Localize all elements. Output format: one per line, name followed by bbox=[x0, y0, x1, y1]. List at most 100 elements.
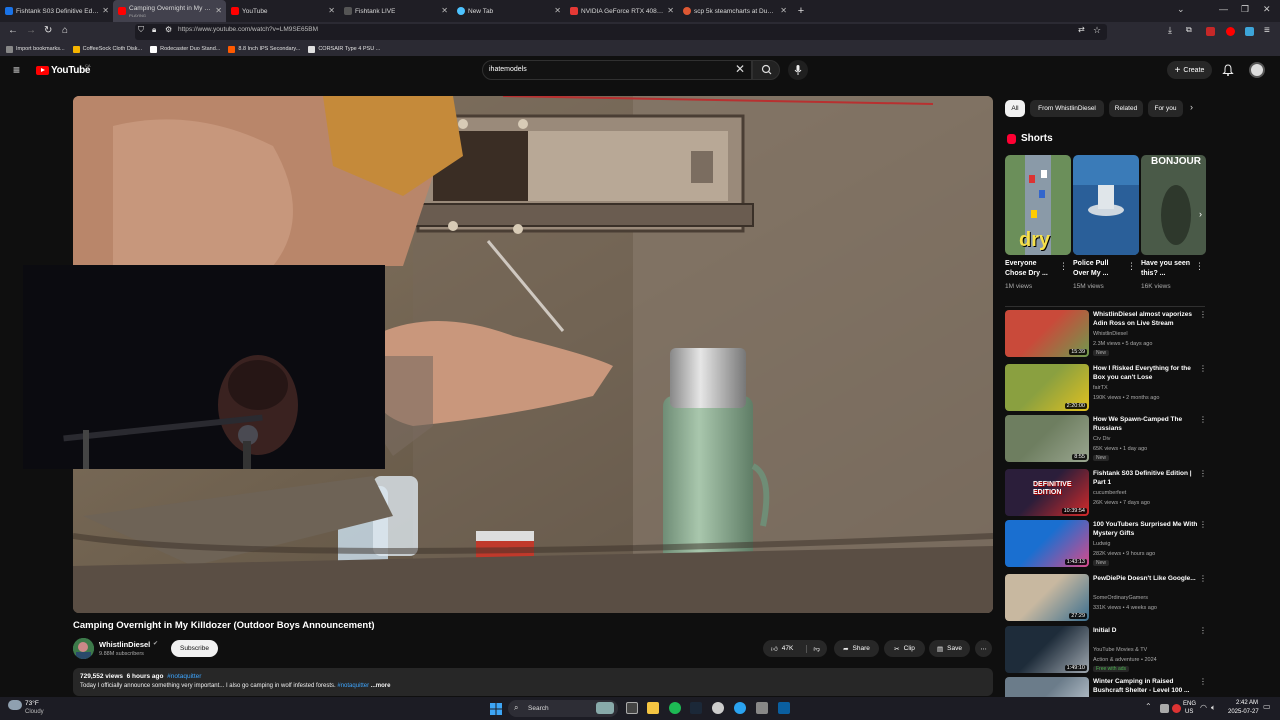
clip-button[interactable]: ✂ Clip bbox=[884, 640, 925, 657]
video-thumbnail[interactable]: 8:55 bbox=[1005, 415, 1089, 462]
youtube-logo-icon[interactable] bbox=[36, 66, 49, 75]
more-vert-icon[interactable]: ⋮ bbox=[1199, 415, 1207, 424]
short-title[interactable]: Police Pull Over My ... bbox=[1073, 259, 1125, 279]
video-title[interactable]: PewDiePie Doesn't Like Google... bbox=[1093, 574, 1201, 583]
browser-app-icon[interactable] bbox=[734, 702, 746, 714]
more-vert-icon[interactable]: ⋮ bbox=[1059, 261, 1068, 272]
chevron-right-icon[interactable]: › bbox=[1190, 102, 1193, 112]
task-view-icon[interactable] bbox=[626, 702, 638, 714]
extensions-icon[interactable]: ⧉ bbox=[1186, 25, 1192, 35]
video-title[interactable]: How I Risked Everything for the Box you … bbox=[1093, 364, 1201, 382]
chevron-up-icon[interactable]: ⌃ bbox=[1145, 702, 1152, 711]
like-button[interactable]: 👍︎ 47K bbox=[771, 645, 793, 653]
channel-name[interactable]: WhistlinDiesel bbox=[99, 640, 150, 649]
channel-name[interactable]: Civ Div bbox=[1093, 436, 1110, 442]
recommended-video[interactable]: 8:55 How We Spawn-Camped The Russians Civ … bbox=[1005, 415, 1207, 463]
browser-tab-active[interactable]: Camping Overnight in My Killd PLAYING ✕ bbox=[113, 0, 226, 22]
more-vert-icon[interactable]: ⋮ bbox=[1199, 469, 1207, 478]
bookmark-item[interactable]: Import bookmarks... bbox=[6, 45, 65, 53]
app-icon[interactable] bbox=[778, 702, 790, 714]
video-title[interactable]: 100 YouTubers Surprised Me With Mystery … bbox=[1093, 520, 1201, 538]
close-icon[interactable]: ✕ bbox=[554, 6, 561, 15]
chip-related[interactable]: Related bbox=[1109, 100, 1143, 117]
widgets-icon[interactable] bbox=[596, 702, 614, 714]
more-vert-icon[interactable]: ⋮ bbox=[1127, 261, 1136, 272]
weather-icon[interactable] bbox=[8, 700, 22, 710]
browser-tab[interactable]: Fishtank LIVE ✕ bbox=[339, 0, 452, 22]
more-vert-icon[interactable]: ⋮ bbox=[1199, 364, 1207, 373]
video-title[interactable]: Winter Camping in Raised Bushcraft Shelt… bbox=[1093, 677, 1201, 695]
window-close-icon[interactable]: ✕ bbox=[1263, 4, 1271, 15]
menu-icon[interactable]: ≡ bbox=[1264, 25, 1270, 36]
close-icon[interactable]: ✕ bbox=[328, 6, 335, 15]
new-tab-button[interactable]: + bbox=[791, 5, 811, 17]
recommended-video[interactable]: 15:39 WhistlinDiesel almost vaporizes Adi… bbox=[1005, 310, 1207, 358]
short-card[interactable]: BONJOUR › bbox=[1141, 155, 1206, 255]
browser-tab[interactable]: NVIDIA GeForce RTX 4080 SUP✕ bbox=[565, 0, 678, 22]
video-title[interactable]: Fishtank S03 Definitive Edition | Part 1 bbox=[1093, 469, 1201, 487]
tray-icon[interactable] bbox=[1160, 704, 1169, 713]
close-icon[interactable]: ✕ bbox=[215, 6, 222, 15]
description-box[interactable] bbox=[73, 668, 993, 696]
spotify-icon[interactable] bbox=[669, 702, 681, 714]
short-card[interactable] bbox=[1073, 155, 1139, 255]
short-card[interactable]: dry bbox=[1005, 155, 1071, 255]
reload-icon[interactable]: ↻ bbox=[44, 25, 52, 36]
video-title[interactable]: How We Spawn-Camped The Russians bbox=[1093, 415, 1201, 433]
clear-search-icon[interactable]: ✕ bbox=[735, 62, 745, 76]
browser-tab[interactable]: YouTube ✕ bbox=[226, 0, 339, 22]
bookmark-item[interactable]: Rodecaster Duo Stand... bbox=[150, 45, 220, 53]
maximize-icon[interactable]: ❐ bbox=[1241, 4, 1249, 15]
recommended-video[interactable]: 27:29 PewDiePie Doesn't Like Google... Som… bbox=[1005, 574, 1207, 622]
forward-icon[interactable]: → bbox=[26, 25, 36, 36]
notification-center-icon[interactable]: ▭ bbox=[1263, 702, 1271, 711]
channel-name[interactable]: YouTube Movies & TV bbox=[1093, 647, 1147, 653]
bookmark-item[interactable]: CORSAIR Type 4 PSU ... bbox=[308, 45, 380, 53]
share-button[interactable]: ➦ Share bbox=[834, 640, 879, 657]
video-title[interactable]: WhistlinDiesel almost vaporizes Adin Ros… bbox=[1093, 310, 1201, 328]
translate-icon[interactable]: ⇄ bbox=[1078, 25, 1085, 34]
search-button[interactable] bbox=[752, 60, 780, 80]
dislike-icon[interactable]: 👎︎ bbox=[806, 644, 820, 653]
back-icon[interactable]: ← bbox=[8, 25, 18, 36]
bookmark-item[interactable]: 8.8 Inch IPS Secondary... bbox=[228, 45, 300, 53]
shield-icon[interactable]: ⛉ bbox=[138, 25, 144, 35]
channel-name[interactable]: fairTX bbox=[1093, 385, 1108, 391]
video-thumbnail[interactable] bbox=[1005, 677, 1089, 697]
recommended-video[interactable]: 2:20:00 How I Risked Everything for the B… bbox=[1005, 364, 1207, 412]
search-query[interactable]: ihatemodels bbox=[489, 66, 527, 73]
language-code[interactable]: ENG bbox=[1183, 701, 1196, 707]
hashtag-link[interactable]: #notaquitter bbox=[337, 683, 369, 689]
network-icon[interactable]: ◠ bbox=[1200, 703, 1207, 712]
recommended-video[interactable]: 1:49:10 Initial D YouTube Movies & TV Actio… bbox=[1005, 626, 1207, 674]
more-vert-icon[interactable]: ⋮ bbox=[1199, 520, 1207, 529]
video-thumbnail[interactable]: 1:43:13 bbox=[1005, 520, 1089, 567]
browser-tab[interactable]: New Tab ✕ bbox=[452, 0, 565, 22]
close-icon[interactable]: ✕ bbox=[102, 6, 109, 15]
video-thumbnail[interactable]: DEFINITIVE EDITION 10:39:54 bbox=[1005, 469, 1089, 516]
volume-icon[interactable]: 🔈︎ bbox=[1211, 703, 1216, 713]
channel-name[interactable]: SomeOrdinaryGamers bbox=[1093, 595, 1148, 601]
start-button[interactable] bbox=[490, 702, 502, 715]
more-vert-icon[interactable]: ⋮ bbox=[1199, 574, 1207, 583]
close-icon[interactable]: ✕ bbox=[780, 6, 787, 15]
bookmark-item[interactable]: CoffeeSock Cloth Disk... bbox=[72, 45, 142, 53]
weather-temp[interactable]: 73°F bbox=[25, 700, 39, 707]
recommended-video[interactable]: DEFINITIVE EDITION 10:39:54 Fishtank S03 D… bbox=[1005, 469, 1207, 517]
url-text[interactable]: https://www.youtube.com/watch?v=LM9SE65B… bbox=[178, 26, 318, 33]
tab-list-icon[interactable]: ⌄ bbox=[1177, 4, 1185, 15]
recommended-video[interactable]: 1:43:13 100 YouTubers Surprised Me With M… bbox=[1005, 520, 1207, 568]
close-icon[interactable]: ✕ bbox=[441, 6, 448, 15]
bookmark-star-icon[interactable]: ☆ bbox=[1093, 25, 1101, 36]
save-button[interactable]: ▤ Save bbox=[929, 640, 970, 657]
channel-name[interactable]: WhistlinDiesel bbox=[1093, 331, 1128, 337]
more-vert-icon[interactable]: ⋮ bbox=[1199, 626, 1207, 635]
close-icon[interactable]: ✕ bbox=[667, 6, 674, 15]
youtube-ext-icon[interactable] bbox=[1226, 27, 1235, 36]
show-more-link[interactable]: ...more bbox=[371, 683, 391, 689]
short-title[interactable]: Have you seen this? ... bbox=[1141, 259, 1193, 279]
avatar[interactable] bbox=[1249, 62, 1265, 78]
hashtag-link[interactable]: #notaquitter bbox=[167, 673, 201, 680]
create-button[interactable]: + Create bbox=[1167, 61, 1212, 79]
browser-tab[interactable]: scp 5k steamcharts at DuckDu ✕ bbox=[678, 0, 791, 22]
